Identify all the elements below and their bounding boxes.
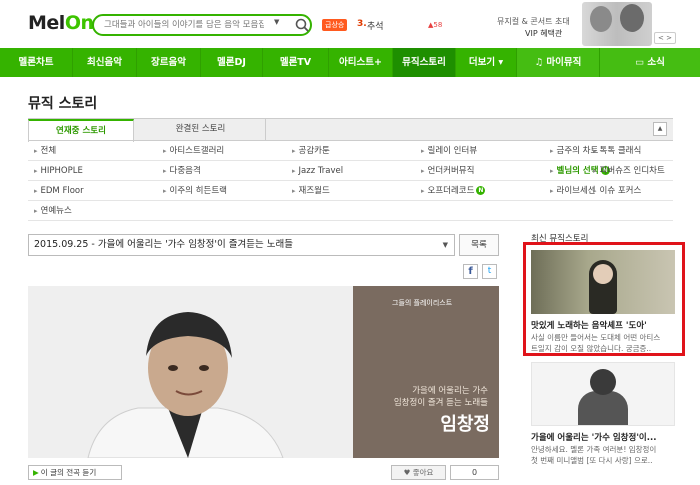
nav-item-more[interactable]: 더보기 ▾ (456, 48, 517, 77)
melon-logo[interactable]: MelOn (28, 12, 94, 34)
hero-artist-name: 임창정 (440, 414, 490, 435)
nav-item-melon-tv[interactable]: 멜론TV (263, 48, 329, 77)
nav-item-my-music[interactable]: ♫ 마이뮤직 (517, 48, 600, 77)
chevron-down-icon: ▼ (442, 241, 448, 249)
category-link[interactable]: ▸ 이주의 히든트랙 (157, 181, 286, 200)
play-icon: ▶ (33, 468, 39, 477)
sidebar-story-title[interactable]: 가을에 어울리는 '가수 임창정'이... (531, 431, 656, 443)
nav-item-chart[interactable]: 멜론차트 (0, 48, 73, 77)
promo-face-right (620, 4, 644, 32)
highlight-box (523, 242, 685, 356)
logo-accent: On (64, 12, 94, 34)
category-link[interactable]: ▸ 전체 (28, 141, 157, 160)
story-select[interactable]: 2015.09.25 - 가을에 어울리는 '가수 임창정'이 즐겨듣는 노래들… (28, 234, 455, 256)
promo-banner-image[interactable] (582, 2, 652, 46)
promo-subtext[interactable]: VIP 혜택관 (525, 28, 562, 39)
category-link[interactable]: ▸ 피버슈즈 인디차트 (593, 161, 673, 181)
story-hero-image (28, 286, 499, 458)
facebook-share-icon[interactable]: f (463, 264, 478, 279)
category-link[interactable]: ▸ 언더커버뮤직 (415, 161, 544, 180)
listen-all-button[interactable]: ▶ 이 글의 전곡 듣기 (28, 465, 122, 480)
category-link[interactable]: ▸ HIPHOPLE (28, 161, 157, 180)
rising-keyword-link[interactable]: 추석 (367, 19, 384, 32)
collapse-button[interactable]: ▲ (653, 122, 667, 136)
nav-item-melon-dj[interactable]: 멜론DJ (201, 48, 263, 77)
category-link[interactable]: ▸ EDM Floor (28, 181, 157, 200)
category-link[interactable]: ▸ 릴레이 인터뷰 (415, 141, 544, 160)
sidebar-story-desc: 첫 번째 미니앨범 [또 다시 사랑] 으로.. (531, 456, 653, 465)
thumbnail-face (590, 369, 616, 395)
new-badge: N (476, 186, 486, 195)
category-row: ▸ 연예뉴스 (28, 201, 673, 221)
category-row: ▸ HIPHOPLE ▸ 다중음격 ▸ Jazz Travel ▸ 언더커버뮤직 ▸ 벨님… (28, 161, 673, 181)
category-link[interactable]: ▸ 재즈월드 (286, 181, 415, 200)
nav-item-artist-plus[interactable]: 아티스트+ (329, 48, 393, 77)
category-link[interactable]: ▸ 톡톡 클래식 (593, 141, 673, 161)
rising-change: ▲58 (428, 21, 443, 29)
category-link[interactable]: ▸ 공감카툰 (286, 141, 415, 160)
category-grid: ▸ 전체 ▸ 아티스트갤러리 ▸ 공감카툰 ▸ 릴레이 인터뷰 ▸ 금주의 차트 ▸ HIP… (28, 140, 673, 221)
nav-item-news[interactable]: ▭ 소식 (600, 48, 700, 77)
page-title: 뮤직 스토리 (28, 96, 98, 112)
twitter-share-icon[interactable]: t (482, 264, 497, 279)
tab-ongoing-stories[interactable]: 연재중 스토리 (28, 119, 134, 142)
hero-small-label: 그들의 플레이리스트 (392, 299, 453, 307)
category-row: ▸ EDM Floor ▸ 이주의 히든트랙 ▸ 재즈월드 ▸ 오프더레코드 N ▸ 라이브… (28, 181, 673, 201)
category-link[interactable]: ▸ 아티스트갤러리 (157, 141, 286, 160)
category-link[interactable]: ▸ Jazz Travel (286, 161, 415, 180)
hero-headline-line1: 가을에 어울리는 가수 (412, 386, 488, 396)
list-button[interactable]: 목록 (459, 234, 499, 256)
artist-portrait-illustration (28, 286, 353, 458)
header: MelOn ▼ 급상승 3. 추석 ▲58 뮤지컬 & 콘서트 초대 VIP 혜… (0, 0, 700, 48)
tab-completed-stories[interactable]: 완결된 스토리 (136, 119, 266, 141)
search-box: ▼ (92, 14, 312, 36)
story-thumbnail[interactable] (531, 362, 675, 426)
category-row: ▸ 전체 ▸ 아티스트갤러리 ▸ 공감카툰 ▸ 릴레이 인터뷰 ▸ 금주의 차트 (28, 141, 673, 161)
thumbnail-figure (578, 391, 628, 425)
search-icon[interactable] (294, 17, 310, 33)
nav-item-genre[interactable]: 장르음악 (137, 48, 201, 77)
artist-photo (28, 286, 353, 458)
logo-text: Mel (28, 12, 65, 34)
promo-nav-arrows[interactable]: < > (654, 32, 676, 44)
story-select-value: 2015.09.25 - 가을에 어울리는 '가수 임창정'이 즐겨듣는 노래들 (34, 239, 293, 250)
category-link[interactable]: ▸ 다중음격 (157, 161, 286, 180)
story-tabs: 연재중 스토리 완결된 스토리 ▲ (28, 118, 673, 142)
like-count: 0 (450, 465, 499, 480)
search-dropdown-icon[interactable]: ▼ (274, 18, 279, 26)
promo-text[interactable]: 뮤지컬 & 콘서트 초대 (497, 16, 570, 27)
main-nav: 멜론차트 최신음악 장르음악 멜론DJ 멜론TV 아티스트+ 뮤직스토리 더보기… (0, 48, 700, 77)
category-link[interactable]: ▸ 오프더레코드 N (415, 181, 544, 200)
category-link[interactable]: ▸ 이슈 포커스 (593, 181, 673, 201)
like-button[interactable]: ♥ 좋아요 (391, 465, 446, 480)
rising-badge: 급상승 (322, 19, 348, 31)
nav-item-new-music[interactable]: 최신음악 (73, 48, 137, 77)
rising-rank: 3. (357, 19, 367, 29)
category-column-6: ▸ 톡톡 클래식 ▸ 피버슈즈 인디차트 ▸ 이슈 포커스 (593, 141, 673, 201)
category-link[interactable]: ▸ 연예뉴스 (28, 201, 157, 220)
promo-face-left (590, 6, 612, 32)
hero-headline-line2: 임창정이 즐겨 듣는 노래들 (393, 398, 488, 408)
sidebar-story-desc: 안녕하세요. 멜론 가족 여러분! 임창정이 (531, 445, 657, 454)
search-input[interactable] (104, 18, 264, 32)
nav-item-music-story[interactable]: 뮤직스토리 (393, 48, 456, 77)
